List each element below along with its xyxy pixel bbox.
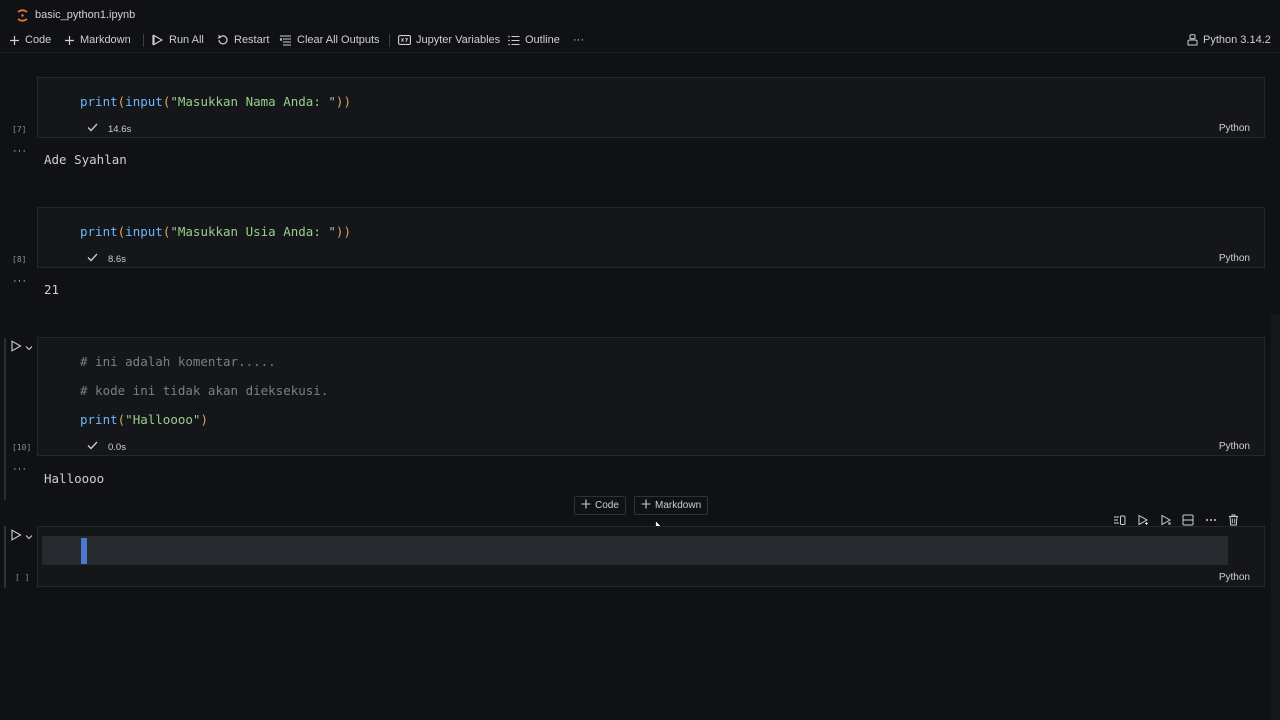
vertical-scrollbar[interactable] bbox=[1271, 315, 1280, 720]
restart-icon bbox=[217, 34, 229, 46]
more-actions-button[interactable]: ··· bbox=[573, 32, 584, 48]
variables-label: Jupyter Variables bbox=[416, 34, 501, 46]
check-icon bbox=[87, 441, 98, 453]
run-all-icon bbox=[152, 34, 164, 46]
editor-tab-bar: basic_python1.ipynb bbox=[0, 0, 1280, 28]
execution-status: 14.6s bbox=[87, 123, 131, 135]
notebook-toolbar: Code Markdown Run All Restart Clear All … bbox=[0, 28, 1280, 53]
execution-status: 8.6s bbox=[87, 253, 126, 265]
more-icon[interactable] bbox=[1205, 518, 1217, 522]
code-string: "Halloooo" bbox=[125, 412, 201, 427]
run-all-label: Run All bbox=[169, 34, 204, 46]
clear-outputs-button[interactable]: Clear All Outputs bbox=[279, 32, 380, 48]
code-editor-input[interactable] bbox=[42, 536, 1228, 565]
execution-time: 14.6s bbox=[108, 123, 132, 135]
add-code-button[interactable]: Code bbox=[9, 32, 51, 48]
code-function: print bbox=[80, 412, 118, 427]
check-icon bbox=[87, 253, 98, 265]
kernel-label: Python 3.14.2 bbox=[1203, 34, 1271, 46]
code-comment: # ini adalah komentar..... bbox=[80, 354, 276, 369]
code-cell[interactable]: print(input("Masukkan Nama Anda: ")) 14.… bbox=[37, 77, 1265, 138]
more-icon: ··· bbox=[573, 34, 584, 46]
run-above-icon[interactable] bbox=[1137, 514, 1149, 526]
split-cell-icon[interactable] bbox=[1182, 514, 1194, 526]
play-icon bbox=[10, 529, 22, 544]
plus-icon bbox=[64, 35, 75, 46]
output-actions-button[interactable]: ··· bbox=[13, 463, 27, 475]
chevron-down-icon[interactable] bbox=[25, 342, 33, 354]
cell-language[interactable]: Python bbox=[1219, 123, 1250, 134]
text-cursor bbox=[81, 538, 87, 564]
code-line[interactable]: print(input("Masukkan Nama Anda: ")) bbox=[80, 94, 351, 109]
execution-count: [ ] bbox=[15, 573, 30, 582]
cell-language[interactable]: Python bbox=[1219, 572, 1250, 583]
variables-icon bbox=[398, 34, 411, 46]
notebook-filename: basic_python1.ipynb bbox=[35, 9, 136, 21]
code-comment: # kode ini tidak akan dieksekusi. bbox=[80, 383, 329, 398]
output-actions-button[interactable]: ··· bbox=[13, 145, 27, 157]
code-line[interactable]: print("Halloooo") bbox=[80, 412, 208, 427]
notebook-tab[interactable]: basic_python1.ipynb bbox=[16, 7, 135, 23]
insert-markdown-label: Markdown bbox=[655, 500, 702, 511]
toolbar-divider bbox=[143, 34, 144, 47]
clear-all-icon bbox=[279, 34, 292, 46]
plus-icon bbox=[9, 35, 20, 46]
execution-time: 8.6s bbox=[108, 253, 126, 265]
code-string: "Masukkan Nama Anda: " bbox=[170, 94, 336, 109]
jupyter-icon bbox=[16, 8, 29, 22]
clear-outputs-label: Clear All Outputs bbox=[297, 34, 380, 46]
run-below-icon[interactable] bbox=[1160, 514, 1172, 526]
code-cell[interactable]: # ini adalah komentar..... # kode ini ti… bbox=[37, 337, 1265, 456]
execution-count: [7] bbox=[12, 125, 27, 134]
add-markdown-label: Markdown bbox=[80, 34, 131, 46]
toolbar-divider bbox=[389, 34, 390, 47]
cell-focus-bar bbox=[4, 526, 6, 588]
cell-output: Ade Syahlan bbox=[44, 152, 127, 167]
check-icon bbox=[87, 123, 98, 135]
plus-icon bbox=[581, 499, 591, 512]
code-function: input bbox=[125, 224, 163, 239]
code-cell[interactable]: print(input("Masukkan Usia Anda: ")) 8.6… bbox=[37, 207, 1265, 268]
run-cell-button[interactable] bbox=[10, 529, 33, 544]
code-function: print bbox=[80, 94, 118, 109]
run-all-button[interactable]: Run All bbox=[152, 32, 204, 48]
code-function: input bbox=[125, 94, 163, 109]
outline-icon bbox=[508, 35, 520, 46]
cell-language[interactable]: Python bbox=[1219, 253, 1250, 264]
delete-cell-icon[interactable] bbox=[1228, 514, 1239, 526]
execute-above-icon[interactable] bbox=[1113, 515, 1126, 526]
insert-code-label: Code bbox=[595, 500, 619, 511]
add-code-label: Code bbox=[25, 34, 52, 46]
insert-markdown-button[interactable]: Markdown bbox=[634, 496, 709, 515]
kernel-icon bbox=[1187, 34, 1198, 46]
code-function: print bbox=[80, 224, 118, 239]
cell-output: 21 bbox=[44, 282, 60, 297]
code-string: "Masukkan Usia Anda: " bbox=[170, 224, 336, 239]
run-cell-button[interactable] bbox=[10, 340, 33, 355]
execution-count: [8] bbox=[12, 255, 27, 264]
play-icon bbox=[10, 340, 22, 355]
execution-time: 0.0s bbox=[108, 441, 126, 453]
output-actions-button[interactable]: ··· bbox=[13, 275, 27, 287]
kernel-picker[interactable]: Python 3.14.2 bbox=[1187, 32, 1271, 48]
jupyter-variables-button[interactable]: Jupyter Variables bbox=[398, 32, 500, 48]
chevron-down-icon[interactable] bbox=[25, 531, 33, 543]
insert-code-button[interactable]: Code bbox=[574, 496, 626, 515]
cell-focus-bar bbox=[4, 338, 6, 500]
add-markdown-button[interactable]: Markdown bbox=[64, 32, 131, 48]
cell-output: Halloooo bbox=[44, 471, 105, 486]
cell-language[interactable]: Python bbox=[1219, 441, 1250, 452]
plus-icon bbox=[641, 499, 651, 512]
restart-label: Restart bbox=[234, 34, 270, 46]
outline-button[interactable]: Outline bbox=[508, 32, 560, 48]
execution-status: 0.0s bbox=[87, 441, 126, 453]
execution-count: [10] bbox=[12, 443, 32, 452]
code-line[interactable]: print(input("Masukkan Usia Anda: ")) bbox=[80, 224, 351, 239]
outline-label: Outline bbox=[525, 34, 560, 46]
restart-button[interactable]: Restart bbox=[217, 32, 269, 48]
